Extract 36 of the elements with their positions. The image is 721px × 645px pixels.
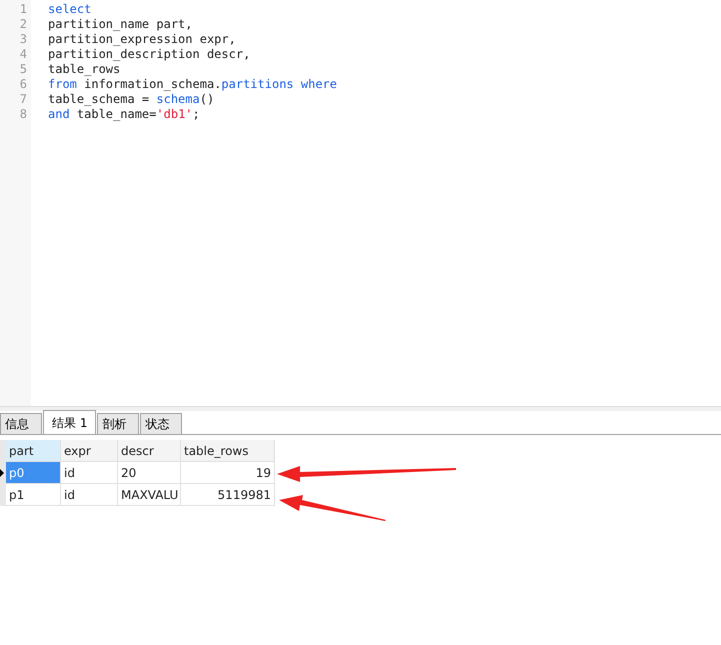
column-header[interactable]: part	[6, 440, 61, 462]
table-cell: p0	[6, 462, 61, 484]
code-line: partition_expression expr,	[48, 32, 237, 47]
code-line: from information_schema.partitions where	[48, 77, 337, 92]
code-line: partition_description descr,	[48, 47, 252, 62]
line-number: 2	[18, 17, 28, 32]
column-header[interactable]: descr	[118, 440, 181, 462]
line-number: 7	[18, 92, 28, 107]
table-cell: id	[61, 462, 118, 484]
code-line: table_rows	[48, 62, 122, 77]
result-tab[interactable]: 剖析	[97, 413, 140, 434]
table-cell: p1	[6, 484, 61, 506]
result-tab[interactable]: 信息	[0, 413, 42, 434]
column-header[interactable]: expr	[61, 440, 118, 462]
table-row[interactable]: p0 id 20 19	[0, 462, 721, 484]
line-number: 1	[18, 2, 28, 17]
table-cell: 20	[118, 462, 181, 484]
code-line: and table_name='db1';	[48, 107, 201, 122]
code-line: table_schema = schema()	[48, 92, 216, 107]
line-number: 4	[18, 47, 28, 62]
code-line: partition_name part,	[48, 17, 194, 32]
line-number: 8	[18, 107, 28, 122]
table-row[interactable]: p1 id MAXVALU 5119981	[0, 484, 721, 506]
table-cell: MAXVALU	[118, 484, 181, 506]
line-number: 3	[18, 32, 28, 47]
column-header[interactable]: table_rows	[181, 440, 275, 462]
result-tab[interactable]: 状态	[140, 413, 182, 434]
result-tab[interactable]: 结果 1	[43, 410, 96, 434]
table-cell: id	[61, 484, 118, 506]
code-editor[interactable]: 1 2 3 4 5 6 7 8 select partition_name part, partition_expression expr, partition_description descr, table_rows from information_schema.partitions where table_schema = schema() and table_name='db1';	[0, 0, 721, 407]
line-number: 6	[18, 77, 28, 92]
table-cell: 19	[181, 462, 275, 484]
row-pointer-icon	[0, 469, 4, 477]
table-cell: 5119981	[181, 484, 275, 506]
code-line: select	[48, 2, 92, 17]
line-number: 5	[18, 62, 28, 77]
